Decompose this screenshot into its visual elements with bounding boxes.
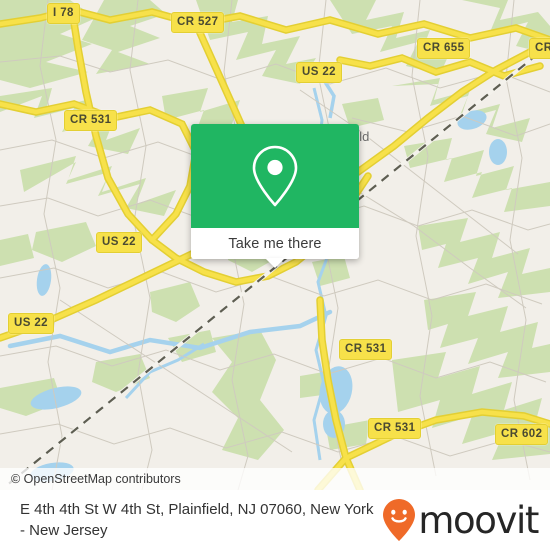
shield-cr-531-low[interactable]: CR 531 bbox=[368, 418, 422, 439]
popup-card-footer[interactable]: Take me there bbox=[191, 228, 359, 268]
moovit-map-screenshot: eld I 78 CR 527 CR 655 CR US 22 CR 531 U… bbox=[0, 0, 550, 550]
moovit-logo[interactable]: moovit bbox=[382, 498, 539, 542]
shield-us-22-top[interactable]: US 22 bbox=[296, 62, 342, 83]
shield-cr-527[interactable]: CR 527 bbox=[171, 12, 225, 33]
map-canvas[interactable]: eld I 78 CR 527 CR 655 CR US 22 CR 531 U… bbox=[0, 0, 550, 490]
take-me-there-label: Take me there bbox=[228, 235, 322, 252]
popup-card-pointer bbox=[265, 258, 285, 268]
moovit-pin-icon bbox=[383, 499, 416, 541]
address-text: E 4th 4th St W 4th St, Plainfield, NJ 07… bbox=[20, 499, 382, 541]
shield-cr-655[interactable]: CR 655 bbox=[417, 38, 471, 59]
popup-card-header bbox=[191, 124, 359, 228]
shield-cr-602[interactable]: CR 602 bbox=[495, 424, 549, 445]
attribution-text: © OpenStreetMap contributors bbox=[11, 472, 181, 486]
footer-bar: E 4th 4th St W 4th St, Plainfield, NJ 07… bbox=[0, 490, 550, 550]
shield-cr-right-cut[interactable]: CR bbox=[529, 38, 550, 59]
shield-us-22-left[interactable]: US 22 bbox=[8, 313, 54, 334]
address-line-2: - New Jersey bbox=[20, 522, 108, 539]
shield-cr-531-mid[interactable]: CR 531 bbox=[339, 339, 393, 360]
map-attribution[interactable]: © OpenStreetMap contributors bbox=[0, 468, 550, 490]
location-popup-card[interactable]: Take me there bbox=[191, 124, 359, 268]
moovit-wordmark: moovit bbox=[418, 498, 539, 542]
shield-cr-531-top[interactable]: CR 531 bbox=[64, 110, 118, 131]
shield-us-22-mid[interactable]: US 22 bbox=[96, 232, 142, 253]
shield-i-78[interactable]: I 78 bbox=[47, 3, 80, 24]
address-line-1: E 4th 4th St W 4th St, Plainfield, NJ 07… bbox=[20, 501, 374, 518]
location-pin-icon bbox=[252, 145, 298, 207]
